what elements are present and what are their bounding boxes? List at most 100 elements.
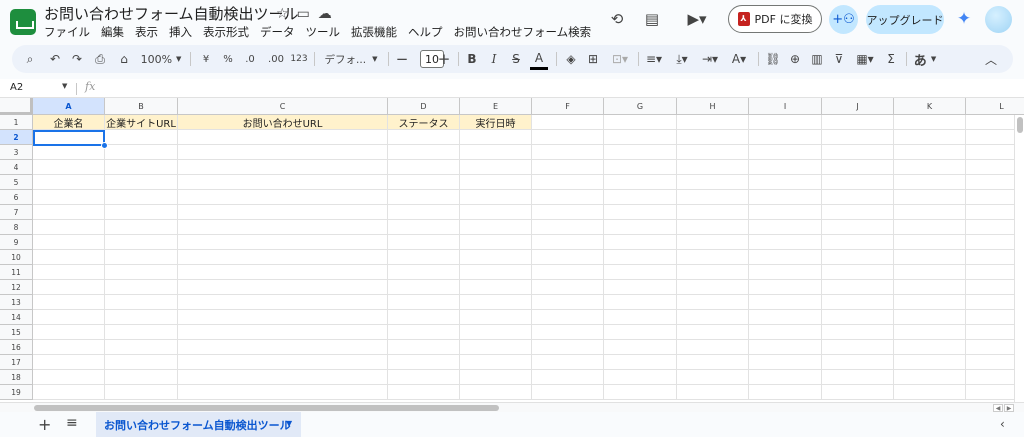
menu-tools[interactable]: ツール: [306, 24, 341, 40]
cell[interactable]: [388, 325, 460, 340]
number-format-button[interactable]: 123: [288, 45, 310, 73]
row-header[interactable]: 9: [0, 235, 33, 250]
cell[interactable]: [894, 370, 966, 385]
row-header[interactable]: 13: [0, 295, 33, 310]
insert-comment-icon[interactable]: ⊕: [786, 45, 804, 73]
cell[interactable]: [677, 175, 749, 190]
cell[interactable]: [604, 160, 677, 175]
cell[interactable]: [749, 250, 822, 265]
cell[interactable]: [894, 220, 966, 235]
cell[interactable]: [822, 370, 894, 385]
cell[interactable]: [105, 145, 178, 160]
row-header[interactable]: 6: [0, 190, 33, 205]
cell[interactable]: [749, 130, 822, 145]
cell[interactable]: [532, 355, 604, 370]
cell[interactable]: [894, 310, 966, 325]
menu-edit[interactable]: 編集: [101, 24, 124, 40]
sheets-logo-icon[interactable]: [10, 9, 36, 35]
currency-button[interactable]: ¥: [198, 45, 214, 73]
cell[interactable]: [749, 370, 822, 385]
cell[interactable]: [604, 190, 677, 205]
cell[interactable]: [822, 190, 894, 205]
cell[interactable]: [894, 145, 966, 160]
cell[interactable]: [677, 325, 749, 340]
cell[interactable]: [894, 280, 966, 295]
cell[interactable]: [749, 295, 822, 310]
cell[interactable]: [532, 265, 604, 280]
cell[interactable]: [894, 115, 966, 130]
cell[interactable]: [604, 175, 677, 190]
cell[interactable]: [894, 355, 966, 370]
cell[interactable]: [604, 295, 677, 310]
cell[interactable]: [532, 250, 604, 265]
add-sheet-icon[interactable]: +: [38, 415, 51, 434]
cell[interactable]: [460, 310, 532, 325]
cell[interactable]: [532, 175, 604, 190]
decrease-decimal-button[interactable]: .0: [240, 45, 260, 73]
filter-views-icon[interactable]: ▦▾: [852, 45, 878, 73]
cell[interactable]: [677, 295, 749, 310]
cell[interactable]: [33, 160, 105, 175]
header-cell[interactable]: 企業サイトURL: [105, 115, 178, 130]
cell[interactable]: [388, 265, 460, 280]
cell[interactable]: [105, 310, 178, 325]
menu-contact-form-search[interactable]: お問い合わせフォーム検索: [454, 24, 592, 40]
scroll-right-icon[interactable]: ▶: [1004, 404, 1014, 412]
row-header[interactable]: 14: [0, 310, 33, 325]
cell[interactable]: [604, 115, 677, 130]
cell[interactable]: [822, 355, 894, 370]
cell[interactable]: [894, 340, 966, 355]
cell[interactable]: [33, 235, 105, 250]
cell[interactable]: [894, 175, 966, 190]
cell[interactable]: [822, 220, 894, 235]
paint-format-icon[interactable]: ⌂: [114, 45, 134, 73]
cell[interactable]: [33, 190, 105, 205]
cell[interactable]: [532, 205, 604, 220]
cell[interactable]: [33, 295, 105, 310]
chevron-down-icon[interactable]: ▼: [286, 419, 292, 428]
cell[interactable]: [532, 295, 604, 310]
cell[interactable]: [532, 385, 604, 400]
cell[interactable]: [532, 235, 604, 250]
cell[interactable]: [178, 325, 388, 340]
strikethrough-button[interactable]: S: [508, 45, 524, 73]
share-icon[interactable]: +⚇: [829, 5, 858, 34]
cell[interactable]: [178, 235, 388, 250]
vertical-align-icon[interactable]: ⤓▾: [670, 45, 694, 73]
cell[interactable]: [894, 250, 966, 265]
cell[interactable]: [604, 385, 677, 400]
cell[interactable]: [532, 190, 604, 205]
cell[interactable]: [33, 280, 105, 295]
header-cell[interactable]: ステータス: [388, 115, 460, 130]
cell[interactable]: [749, 220, 822, 235]
cell[interactable]: [460, 295, 532, 310]
font-family-select[interactable]: デフォ... ▼: [320, 45, 382, 73]
cell[interactable]: [460, 355, 532, 370]
cell[interactable]: [460, 280, 532, 295]
bold-button[interactable]: B: [464, 45, 480, 73]
cell[interactable]: [178, 175, 388, 190]
cell[interactable]: [894, 385, 966, 400]
increase-font-size-icon[interactable]: +: [436, 45, 452, 73]
cell[interactable]: [178, 130, 388, 145]
menu-file[interactable]: ファイル: [44, 24, 90, 40]
text-rotation-icon[interactable]: A▾: [726, 45, 752, 73]
cell[interactable]: [105, 280, 178, 295]
horizontal-scroll-thumb[interactable]: [34, 405, 499, 411]
insert-chart-icon[interactable]: ▥: [808, 45, 826, 73]
cell[interactable]: [388, 310, 460, 325]
header-cell[interactable]: お問い合わせURL: [178, 115, 388, 130]
row-header[interactable]: 15: [0, 325, 33, 340]
cell[interactable]: [604, 220, 677, 235]
cell[interactable]: [749, 175, 822, 190]
cell[interactable]: [677, 235, 749, 250]
cell[interactable]: [822, 205, 894, 220]
cell[interactable]: [105, 385, 178, 400]
row-header[interactable]: 19: [0, 385, 33, 400]
cell[interactable]: [822, 280, 894, 295]
cell[interactable]: [532, 220, 604, 235]
cell[interactable]: [894, 160, 966, 175]
cell[interactable]: [460, 205, 532, 220]
cell[interactable]: [33, 250, 105, 265]
row-header[interactable]: 5: [0, 175, 33, 190]
